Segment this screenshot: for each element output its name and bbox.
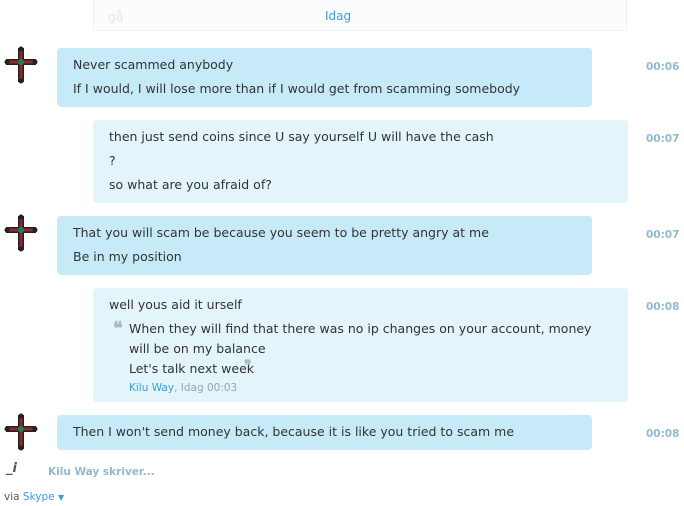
contact-avatar[interactable] bbox=[4, 46, 38, 84]
message-line: If I would, I will lose more than if I w… bbox=[73, 81, 521, 96]
quote-line: will be on my balance bbox=[129, 341, 266, 356]
message-line: ? bbox=[109, 153, 116, 168]
quote-attribution: Kilu Way, Idag 00:03 bbox=[129, 380, 237, 396]
message-line: well yous aid it urself bbox=[109, 297, 242, 312]
quote-line: Let's talk next week bbox=[129, 361, 255, 376]
previous-message-card bbox=[93, 0, 627, 31]
quote-open-icon: ❝ bbox=[113, 318, 123, 339]
quote-line: When they will find that there was no ip… bbox=[129, 321, 592, 336]
message-time: 00:06 bbox=[646, 61, 680, 73]
contact-avatar[interactable] bbox=[4, 214, 38, 252]
chevron-down-icon[interactable]: ▼ bbox=[58, 493, 64, 502]
message-time: 00:08 bbox=[646, 428, 680, 440]
message-line: Never scammed anybody bbox=[73, 57, 234, 72]
footer-via: via Skype ▼ bbox=[4, 489, 64, 506]
message-time: 00:08 bbox=[646, 301, 680, 313]
typing-icon: _i bbox=[6, 461, 17, 476]
message-time: 00:07 bbox=[646, 229, 680, 241]
message-line: so what are you afraid of? bbox=[109, 177, 272, 192]
message-line: then just send coins since U say yoursel… bbox=[109, 129, 494, 144]
quote-meta: , Idag 00:03 bbox=[174, 382, 238, 394]
author-name[interactable]: Idag bbox=[325, 8, 351, 24]
message-line: That you will scam be because you seem t… bbox=[73, 225, 489, 240]
faded-text: gå bbox=[108, 9, 124, 24]
skype-link[interactable]: Skype bbox=[23, 491, 55, 503]
quote-close-icon: ❞ bbox=[244, 358, 252, 374]
contact-avatar[interactable] bbox=[4, 413, 38, 451]
quote-author[interactable]: Kilu Way bbox=[129, 382, 174, 394]
message-time: 00:07 bbox=[646, 133, 680, 145]
message-line: Be in my position bbox=[73, 249, 182, 264]
via-label: via bbox=[4, 491, 20, 503]
typing-indicator: Kilu Way skriver... bbox=[48, 466, 155, 478]
message-line: Then I won't send money back, because it… bbox=[73, 424, 515, 439]
